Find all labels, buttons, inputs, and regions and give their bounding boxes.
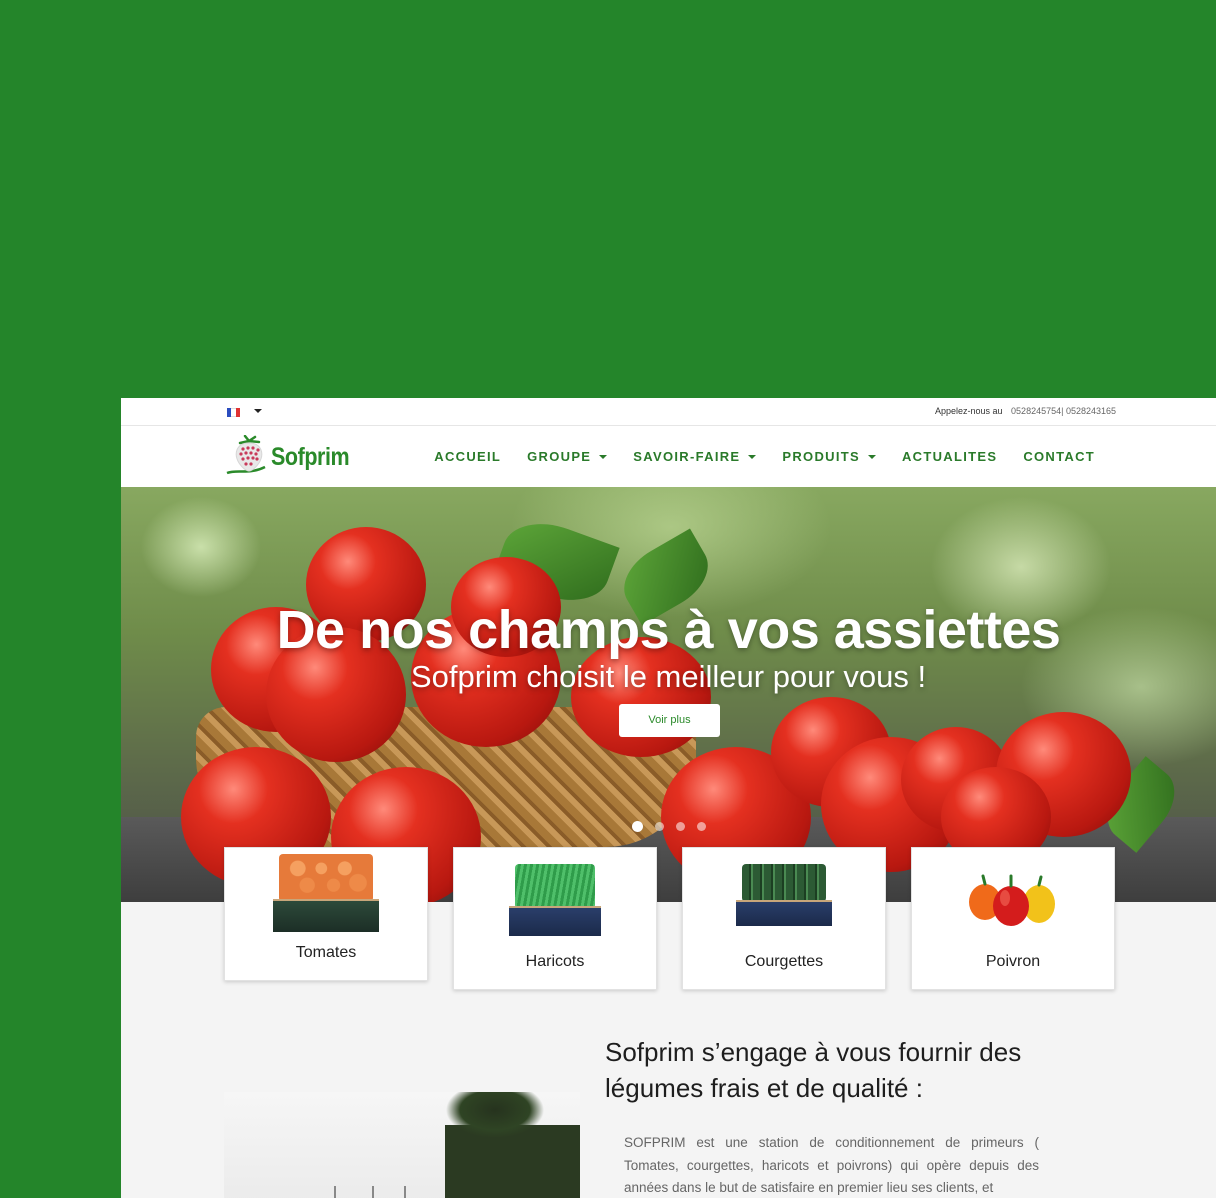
- main-menu: ACCUEIL GROUPE SAVOIR-FAIRE PRODUITS ACT…: [421, 426, 1108, 487]
- chevron-down-icon: [599, 454, 608, 459]
- product-cards: Tomates Haricots Courgettes Poivron: [224, 847, 1115, 990]
- slide-dot-2[interactable]: [655, 822, 664, 831]
- site-logo[interactable]: Sofprim: [225, 435, 365, 479]
- facility-image: [224, 1092, 580, 1198]
- nav-item-actualites[interactable]: ACTUALITES: [889, 449, 1010, 464]
- strawberry-logo-icon: [226, 435, 266, 475]
- nav-item-groupe[interactable]: GROUPE: [514, 449, 620, 464]
- nav-item-produits[interactable]: PRODUITS: [769, 449, 889, 464]
- nav-item-contact[interactable]: CONTACT: [1010, 449, 1108, 464]
- phone-numbers[interactable]: 0528245754| 0528243165: [1011, 406, 1116, 416]
- product-label: Courgettes: [744, 953, 824, 970]
- chevron-down-icon: [748, 454, 757, 459]
- language-dropdown-caret-icon[interactable]: [254, 409, 262, 413]
- main-navbar: Sofprim ACCUEIL GROUPE SAVOIR-FAIRE PROD…: [121, 426, 1216, 487]
- website-frame: Appelez-nous au 0528245754| 0528243165 S…: [121, 398, 1216, 1198]
- fr-flag-icon[interactable]: [227, 408, 240, 417]
- brand-name: Sofprim: [271, 442, 350, 471]
- nav-item-accueil[interactable]: ACCUEIL: [421, 449, 514, 464]
- hero-slider: De nos champs à vos assiettes Sofprim ch…: [121, 487, 1216, 902]
- call-us-label: Appelez-nous au: [934, 406, 1003, 416]
- top-bar: Appelez-nous au 0528245754| 0528243165: [121, 398, 1216, 426]
- slide-dot-4[interactable]: [697, 822, 706, 831]
- product-card-poivron[interactable]: Poivron: [911, 847, 1115, 990]
- beans-crate-icon: [509, 864, 601, 936]
- hero-title: De nos champs à vos assiettes: [276, 600, 1061, 660]
- chevron-down-icon: [867, 454, 876, 459]
- hero-subtitle: Sofprim choisit le meilleur pour vous !: [410, 659, 927, 694]
- zucchini-crate-icon: [736, 864, 832, 926]
- about-text: SOFPRIM est une station de conditionneme…: [624, 1135, 1039, 1196]
- see-more-button[interactable]: Voir plus: [619, 704, 720, 737]
- slide-dot-1[interactable]: [632, 821, 643, 832]
- product-card-courgettes[interactable]: Courgettes: [682, 847, 886, 990]
- about-title: Sofprim s’engage à vous fournir des légu…: [605, 1037, 1022, 1103]
- product-label: Tomates: [295, 944, 357, 961]
- slide-dot-3[interactable]: [676, 822, 685, 831]
- nav-item-savoir-faire[interactable]: SAVOIR-FAIRE: [620, 449, 769, 464]
- product-card-tomates[interactable]: Tomates: [224, 847, 428, 981]
- call-us-info: Appelez-nous au 0528245754| 0528243165: [935, 406, 1116, 416]
- product-label: Poivron: [985, 953, 1041, 970]
- tomato-crate-icon: [273, 854, 379, 932]
- product-label: Haricots: [525, 953, 585, 970]
- about-section: Sofprim s’engage à vous fournir des légu…: [121, 990, 1216, 1198]
- product-card-haricots[interactable]: Haricots: [453, 847, 657, 990]
- slider-dots: [632, 821, 706, 832]
- peppers-icon: [969, 874, 1055, 926]
